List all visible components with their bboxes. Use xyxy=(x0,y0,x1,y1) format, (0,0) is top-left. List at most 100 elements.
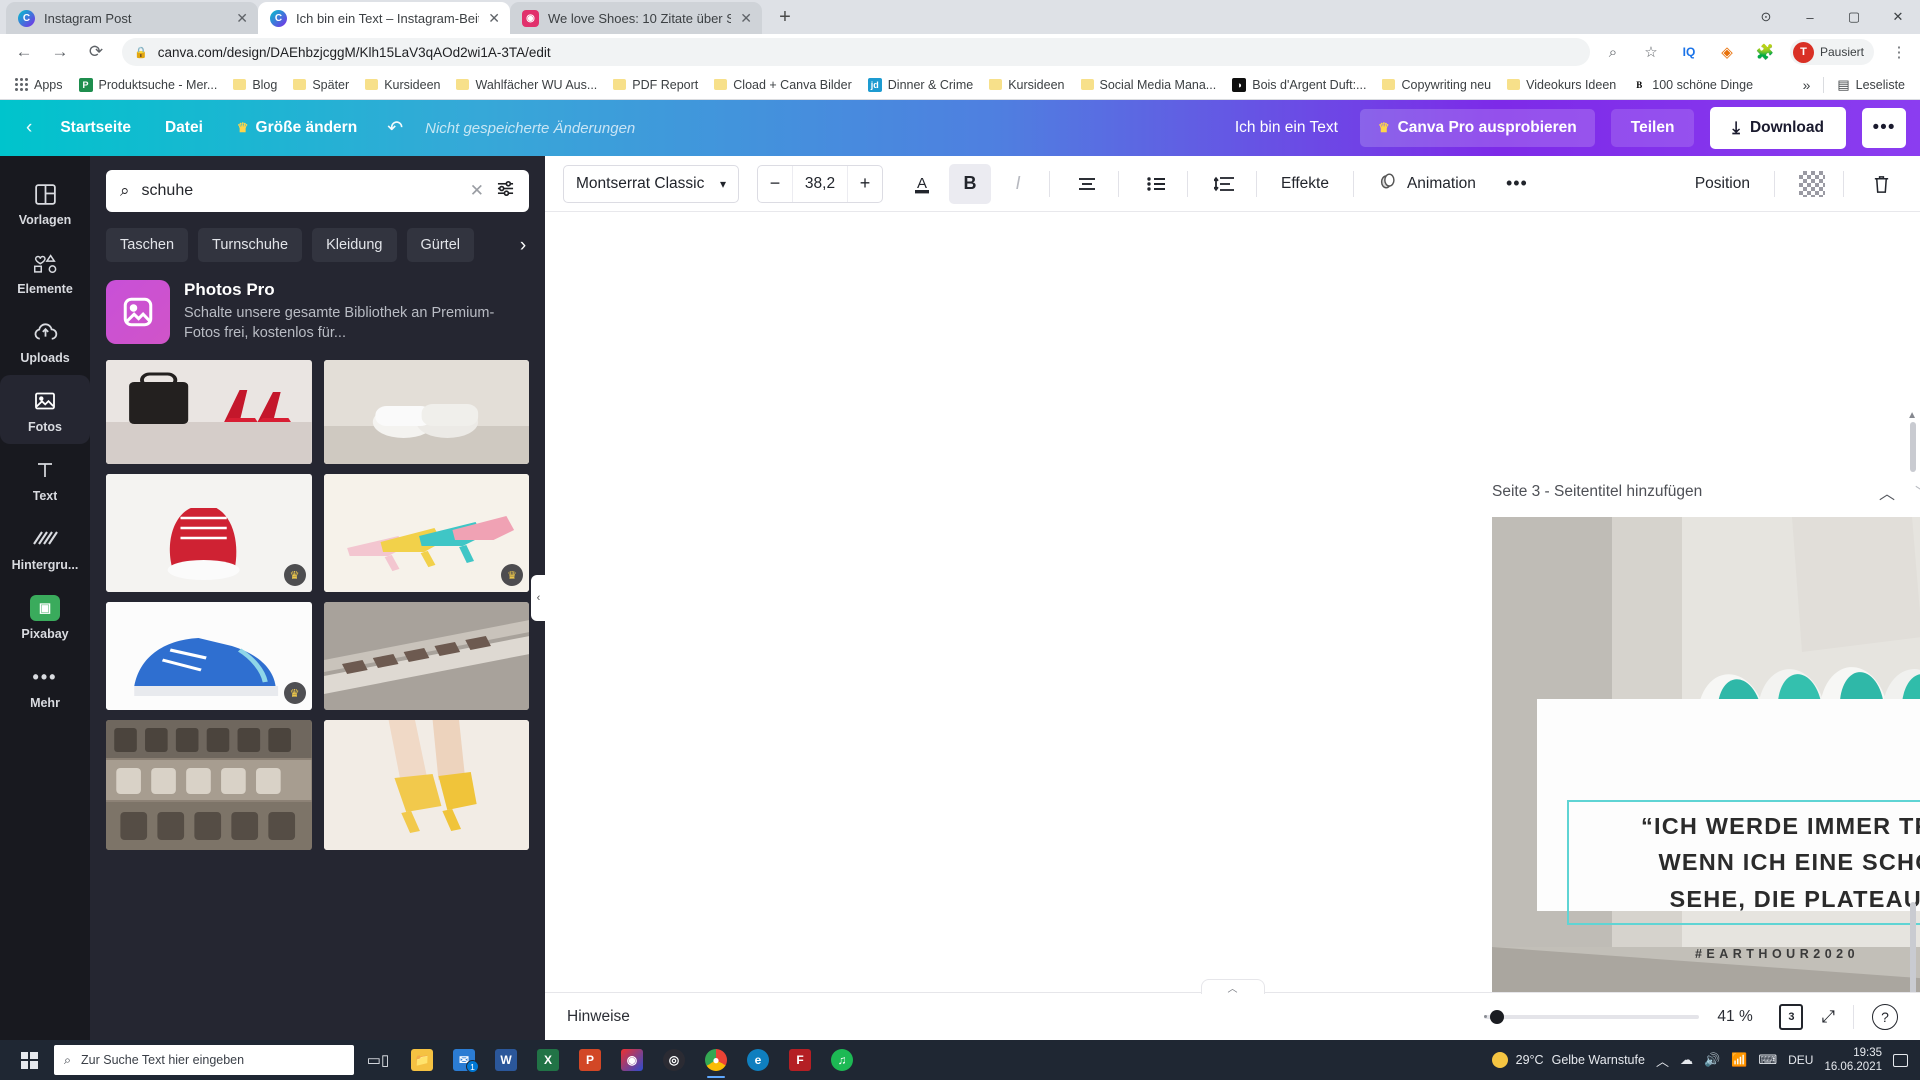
close-icon[interactable]: ✕ xyxy=(488,11,500,25)
reading-list-button[interactable]: ▤ Leseliste xyxy=(1830,74,1912,96)
font-family-select[interactable]: Montserrat Classic ▾ xyxy=(563,164,739,203)
photo-thumbnail[interactable]: ♛ xyxy=(106,474,312,592)
bookmark-item[interactable]: Social Media Mana... xyxy=(1074,75,1224,95)
zoom-icon[interactable]: ⌕ xyxy=(1600,39,1626,65)
maximize-icon[interactable]: ▢ xyxy=(1832,0,1876,34)
sidebar-item-hintergrund[interactable]: Hintergru... xyxy=(0,513,90,582)
more-options-button[interactable]: ••• xyxy=(1862,108,1906,148)
resize-button[interactable]: ♛ Größe ändern xyxy=(223,111,371,145)
sidebar-item-uploads[interactable]: Uploads xyxy=(0,306,90,375)
quote-text-element[interactable]: “ICH WERDE IMMER TRÜBSINNIG, WENN ICH EI… xyxy=(1567,800,1920,926)
browser-tab-3[interactable]: ◉ We love Shoes: 10 Zitate über Sc ✕ xyxy=(510,2,762,34)
bookmark-item[interactable]: B 100 schöne Dinge xyxy=(1625,75,1760,95)
file-explorer-icon[interactable]: 📁 xyxy=(402,1040,442,1080)
scroll-up-arrow-icon[interactable]: ▲ xyxy=(1907,410,1917,421)
iq-extension-icon[interactable]: IQ xyxy=(1676,39,1702,65)
canva-pro-button[interactable]: ♛ Canva Pro ausprobieren xyxy=(1359,109,1595,147)
photoshop-icon[interactable]: ◉ xyxy=(612,1040,652,1080)
language-indicator[interactable]: DEU xyxy=(1788,1053,1813,1067)
font-size-decrease-button[interactable]: − xyxy=(758,173,792,194)
bookmarks-overflow-button[interactable]: » xyxy=(1796,74,1818,96)
photos-pro-promo[interactable]: Photos Pro Schalte unsere gesamte Biblio… xyxy=(90,274,545,360)
document-title[interactable]: Ich bin ein Text xyxy=(1219,119,1354,137)
sidebar-item-fotos[interactable]: Fotos xyxy=(0,375,90,444)
bookmark-item[interactable]: Wahlfächer WU Aus... xyxy=(449,75,604,95)
obs-icon[interactable]: ◎ xyxy=(654,1040,694,1080)
vertical-scrollbar-top[interactable] xyxy=(1910,422,1916,472)
bookmark-item[interactable]: Blog xyxy=(226,75,284,95)
spotify-icon[interactable]: ♫ xyxy=(822,1040,862,1080)
bookmark-item[interactable]: ◑ Bois d'Argent Duft:... xyxy=(1225,75,1373,95)
bold-button[interactable]: B xyxy=(949,163,991,204)
bookmark-item[interactable]: Kursideen xyxy=(358,75,447,95)
canvas-scroll-region[interactable]: Seite 3 - Seitentitel hinzufügen ︿ ﹀ ⧉ 🗑… xyxy=(545,212,1920,992)
effects-button[interactable]: Effekte xyxy=(1267,166,1343,202)
bookmark-item[interactable]: Videokurs Ideen xyxy=(1500,75,1623,95)
new-tab-button[interactable]: + xyxy=(770,2,800,32)
expand-arrows-icon[interactable]: ⤢ xyxy=(1821,1007,1835,1027)
close-icon[interactable]: ✕ xyxy=(740,11,752,25)
bookmark-item[interactable]: Copywriting neu xyxy=(1375,75,1498,95)
star-icon[interactable]: ☆ xyxy=(1638,39,1664,65)
keyboard-icon[interactable]: ⌨ xyxy=(1758,1052,1777,1068)
task-view-icon[interactable]: ▭▯ xyxy=(356,1040,400,1080)
photo-thumbnail[interactable] xyxy=(323,602,529,710)
undo-icon[interactable]: ↶ xyxy=(377,117,413,140)
search-input[interactable]: ⌕ schuhe ✕ xyxy=(106,170,529,212)
chip-guertel[interactable]: Gürtel xyxy=(406,228,474,262)
onedrive-icon[interactable]: ☁ xyxy=(1680,1052,1693,1068)
back-icon[interactable]: ← xyxy=(8,36,40,68)
sidebar-item-mehr[interactable]: ••• Mehr xyxy=(0,651,90,720)
mail-icon[interactable]: ✉ 1 xyxy=(444,1040,484,1080)
chevron-up-icon[interactable]: ︿ xyxy=(1876,480,1898,504)
weather-widget[interactable]: 29°C Gelbe Warnstufe xyxy=(1491,1052,1645,1068)
chevron-right-icon[interactable]: › xyxy=(511,235,535,257)
notes-expand-button[interactable]: ︿ xyxy=(1200,979,1265,995)
trash-icon[interactable] xyxy=(1860,164,1902,204)
close-icon[interactable]: ✕ xyxy=(236,11,248,25)
close-x-icon[interactable]: ✕ xyxy=(470,181,484,201)
sidebar-item-pixabay[interactable]: ▣ Pixabay xyxy=(0,582,90,651)
align-center-icon[interactable] xyxy=(1066,164,1108,204)
transparency-checker-icon[interactable] xyxy=(1791,164,1833,204)
chevron-up-icon[interactable]: ︿ xyxy=(1656,1051,1669,1070)
chevron-down-icon[interactable]: ﹀ xyxy=(1912,480,1920,504)
download-button[interactable]: ⤓ Download xyxy=(1710,107,1846,149)
zoom-slider[interactable] xyxy=(1484,1009,1700,1024)
filter-sliders-icon[interactable] xyxy=(496,180,515,202)
extensions-puzzle-icon[interactable]: 🧩 xyxy=(1752,39,1778,65)
bookmark-item[interactable]: PDF Report xyxy=(606,75,705,95)
sidebar-item-vorlagen[interactable]: Vorlagen xyxy=(0,168,90,237)
extension-badge-icon[interactable]: ◈ xyxy=(1714,39,1740,65)
bullet-list-icon[interactable] xyxy=(1135,164,1177,204)
bookmark-apps[interactable]: Apps xyxy=(8,75,70,95)
chip-taschen[interactable]: Taschen xyxy=(106,228,189,262)
text-color-a-icon[interactable]: A xyxy=(901,164,943,204)
chip-turnschuhe[interactable]: Turnschuhe xyxy=(198,228,303,262)
clock[interactable]: 19:35 16.06.2021 xyxy=(1824,1046,1882,1075)
photo-thumbnail[interactable] xyxy=(106,360,312,464)
photo-thumbnail[interactable] xyxy=(323,360,529,464)
photo-thumbnail[interactable]: ♛ xyxy=(106,602,312,710)
reload-icon[interactable]: ⟳ xyxy=(80,36,112,68)
browser-tab-2-active[interactable]: C Ich bin ein Text – Instagram-Beitr ✕ xyxy=(258,2,510,34)
font-size-input[interactable]: 38,2 xyxy=(792,165,848,202)
profile-button[interactable]: T Pausiert xyxy=(1789,39,1874,65)
more-text-options-button[interactable]: ••• xyxy=(1496,164,1538,204)
photo-thumbnail[interactable] xyxy=(106,720,312,850)
powerpoint-icon[interactable]: P xyxy=(570,1040,610,1080)
pages-icon[interactable]: 3 xyxy=(1779,1003,1804,1030)
help-question-icon[interactable]: ? xyxy=(1872,1003,1898,1030)
collapse-panel-button[interactable]: ‹ xyxy=(531,575,545,621)
volume-icon[interactable]: 🔊 xyxy=(1704,1052,1720,1068)
hashtag-text-element[interactable]: #EARTHOUR2020 xyxy=(1567,947,1920,961)
bookmark-item[interactable]: Cload + Canva Bilder xyxy=(707,75,858,95)
bookmark-item[interactable]: Später xyxy=(286,75,356,95)
sidebar-item-text[interactable]: Text xyxy=(0,444,90,513)
wifi-icon[interactable]: 📶 xyxy=(1731,1052,1747,1068)
chrome-icon[interactable]: ● xyxy=(696,1040,736,1080)
share-button[interactable]: Teilen xyxy=(1610,109,1695,147)
chip-kleidung[interactable]: Kleidung xyxy=(312,228,397,262)
address-bar[interactable]: 🔒 canva.com/design/DAEhbzjcggM/Klh15LaV3… xyxy=(122,38,1590,66)
file-menu-button[interactable]: Datei xyxy=(151,111,217,145)
